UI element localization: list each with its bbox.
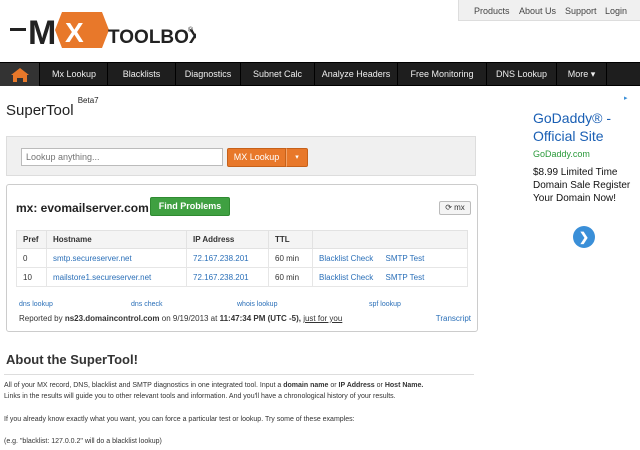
divider [4, 374, 474, 375]
reporting-server: ns23.domaincontrol.com [64, 314, 160, 323]
logo-m: M [28, 14, 56, 52]
dns-lookup-link[interactable]: dns lookup [19, 301, 53, 308]
cell-pref: 10 [16, 267, 47, 287]
nav-item-free-monitoring[interactable]: Free Monitoring [398, 63, 487, 86]
cell-pref: 0 [16, 248, 47, 268]
beta-badge: Beta7 [77, 96, 99, 105]
about-paragraph-2: Links in the results will guide you to o… [4, 393, 396, 400]
nav-item-diagnostics[interactable]: Diagnostics [176, 63, 241, 86]
mx-records-table: Pref Hostname IP Address TTL 0 smtp.secu… [16, 230, 468, 287]
table-row: 10 mailstore1.secureserver.net 72.167.23… [16, 267, 468, 287]
nav-item-subnet-calc[interactable]: Subnet Calc [241, 63, 315, 86]
dns-check-link[interactable]: dns check [131, 301, 163, 308]
search-bar: MX Lookup ▾ [6, 136, 476, 176]
page-title: SuperTool Beta7 [6, 96, 99, 119]
cell-hostname-link[interactable]: mailstore1.secureserver.net [46, 267, 187, 287]
toplink-products[interactable]: Products [474, 6, 510, 16]
cell-actions: Blacklist Check SMTP Test [312, 267, 468, 287]
top-links: Products About Us Support Login [458, 0, 640, 21]
home-icon [11, 68, 29, 82]
logo-toolbox-text: TOOLBOX [108, 27, 196, 48]
refresh-mx-button[interactable]: ⟳ mx [439, 201, 471, 215]
mx-lookup-button[interactable]: MX Lookup [227, 148, 286, 167]
ad-title-link[interactable]: GoDaddy® - Official Site [533, 109, 640, 145]
column-header-hostname: Hostname [46, 230, 187, 249]
cell-actions: Blacklist Check SMTP Test [312, 248, 468, 268]
about-paragraph-3: If you already know exactly what you wan… [4, 416, 355, 423]
result-title: mx: evomailserver.com [16, 201, 149, 215]
result-panel: mx: evomailserver.com Find Problems ⟳ mx… [6, 184, 478, 332]
ad-description: $8.99 Limited Time Domain Sale Register … [533, 167, 631, 204]
cell-ip-link[interactable]: 72.167.238.201 [186, 248, 269, 268]
refresh-icon: ⟳ [445, 203, 452, 212]
column-header-ip-address: IP Address [186, 230, 269, 249]
ad-info-icon[interactable]: ▸ [624, 94, 632, 102]
lookup-dropdown-toggle[interactable]: ▾ [286, 148, 308, 167]
cell-ip-link[interactable]: 72.167.238.201 [186, 267, 269, 287]
blacklist-check-link[interactable]: Blacklist Check [319, 273, 373, 282]
cell-hostname-link[interactable]: smtp.secureserver.net [46, 248, 187, 268]
cell-ttl: 60 min [268, 248, 313, 268]
ad-url[interactable]: GoDaddy.com [533, 149, 590, 159]
search-input[interactable] [21, 148, 223, 166]
about-paragraph-1: All of your MX record, DNS, blacklist an… [4, 382, 424, 389]
main-nav: Mx Lookup Blacklists Diagnostics Subnet … [0, 62, 640, 86]
about-heading: About the SuperTool! [6, 352, 138, 367]
just-for-you-link[interactable]: just for you [303, 314, 342, 323]
reported-by-text: Reported by ns23.domaincontrol.com on 9/… [19, 314, 343, 323]
nav-item-more[interactable]: More ▾ [557, 63, 607, 86]
about-paragraph-4: (e.g. "blacklist: 127.0.0.2" will do a b… [4, 438, 162, 445]
blacklist-check-link[interactable]: Blacklist Check [319, 254, 373, 263]
table-header-row: Pref Hostname IP Address TTL [16, 230, 468, 249]
transcript-link[interactable]: Transcript [436, 314, 471, 323]
nav-item-mx-lookup[interactable]: Mx Lookup [41, 63, 108, 86]
smtp-test-link[interactable]: SMTP Test [385, 273, 424, 282]
nav-item-dns-lookup[interactable]: DNS Lookup [487, 63, 557, 86]
cell-ttl: 60 min [268, 267, 313, 287]
table-row: 0 smtp.secureserver.net 72.167.238.201 6… [16, 248, 468, 268]
nav-home-button[interactable] [0, 63, 40, 86]
nav-item-blacklists[interactable]: Blacklists [108, 63, 176, 86]
nav-item-analyze-headers[interactable]: Analyze Headers [315, 63, 398, 86]
ad-arrow-icon[interactable]: ❯ [573, 226, 595, 248]
find-problems-button[interactable]: Find Problems [150, 197, 230, 216]
site-header: M X TOOLBOX ® Products About Us Support … [0, 0, 640, 62]
report-time: 11:47:34 PM (UTC -5), [219, 314, 301, 323]
smtp-test-link[interactable]: SMTP Test [385, 254, 424, 263]
column-header-ttl: TTL [268, 230, 313, 249]
whois-lookup-link[interactable]: whois lookup [237, 301, 277, 308]
toplink-about-us[interactable]: About Us [519, 6, 556, 16]
mxtoolbox-logo[interactable]: M X TOOLBOX ® [10, 6, 196, 54]
svg-text:®: ® [188, 26, 194, 34]
spf-lookup-link[interactable]: spf lookup [369, 301, 401, 308]
logo-x: X [65, 17, 84, 48]
column-header-actions [312, 230, 468, 249]
toplink-support[interactable]: Support [565, 6, 597, 16]
column-header-pref: Pref [16, 230, 47, 249]
toplink-login[interactable]: Login [605, 6, 627, 16]
